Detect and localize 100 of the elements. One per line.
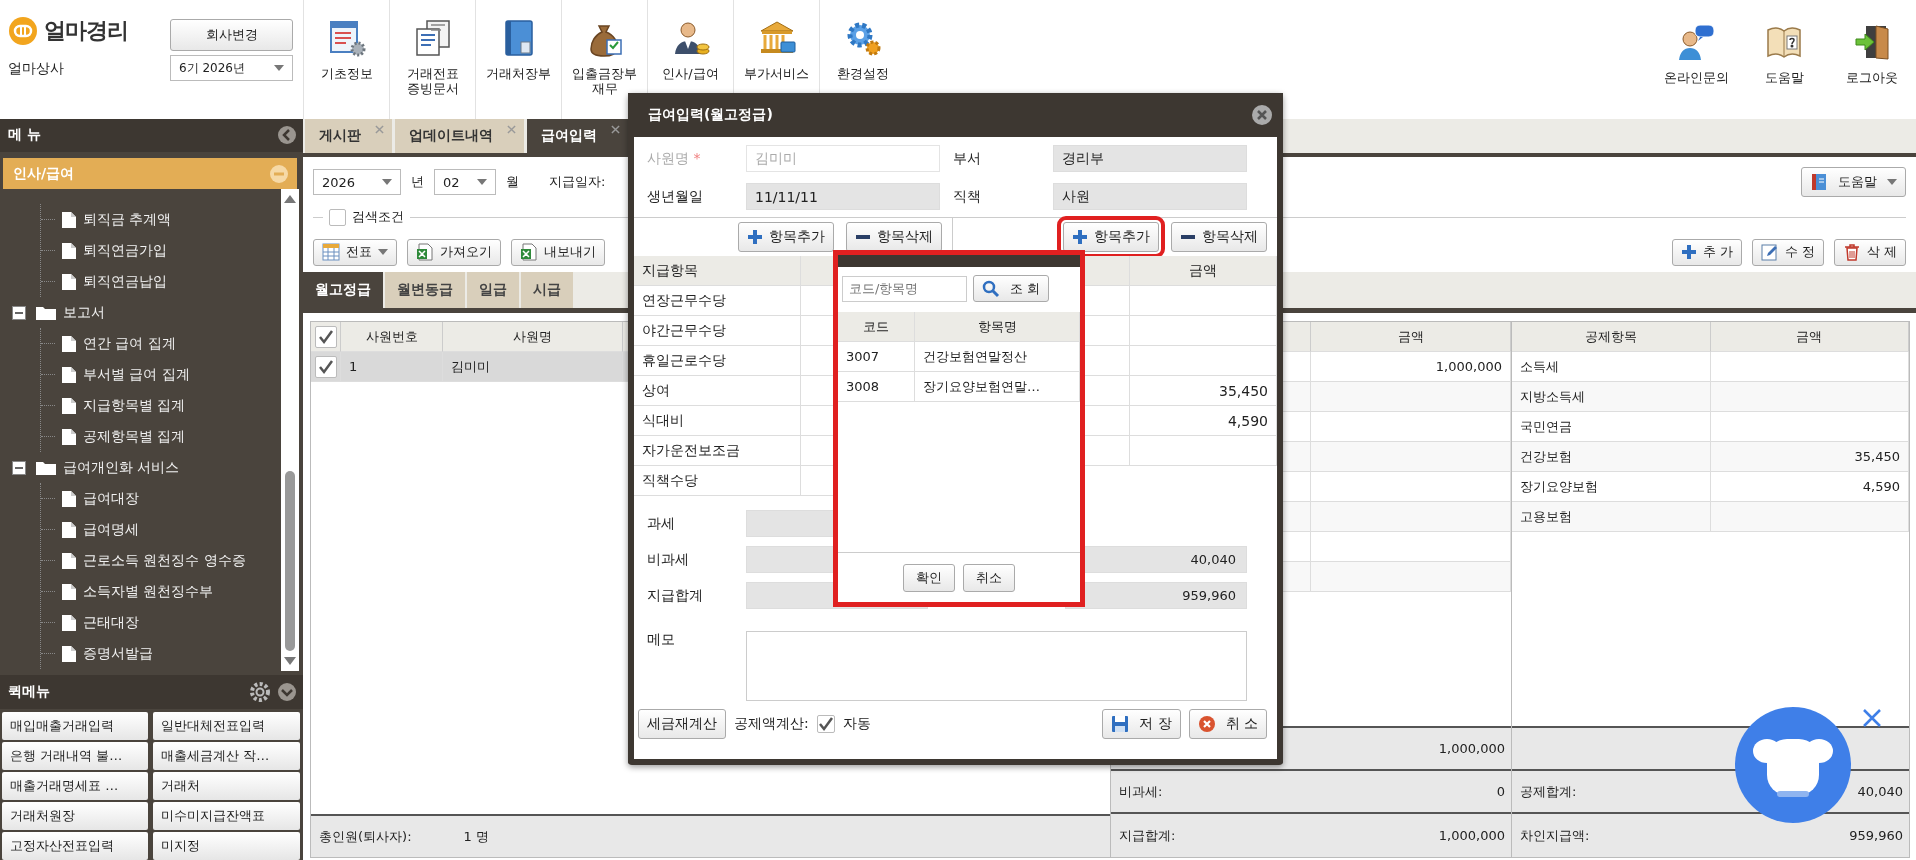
quick-menu-button[interactable]: 미수미지급잔액표 bbox=[153, 802, 300, 830]
collapse-toggle-icon[interactable] bbox=[12, 305, 26, 320]
floppy-icon bbox=[1111, 715, 1130, 733]
auto-checkbox[interactable] bbox=[816, 715, 835, 733]
door-icon bbox=[1852, 22, 1892, 62]
table-cell: 지방소득세 bbox=[1512, 382, 1711, 412]
table-cell: 고용보험 bbox=[1512, 502, 1711, 532]
tree-item[interactable]: 퇴직연금납입 bbox=[41, 266, 281, 298]
tree-item[interactable]: 공제항목별 집계 bbox=[41, 421, 281, 453]
add-button[interactable]: 추 가 bbox=[1671, 238, 1742, 266]
quick-menu-button[interactable]: 매출세금계산 작… bbox=[153, 742, 300, 770]
quick-menu-button[interactable]: 은행 거래내역 불… bbox=[2, 742, 148, 770]
plus-icon bbox=[1680, 244, 1697, 260]
close-icon[interactable] bbox=[611, 125, 620, 134]
collapse-toggle-icon[interactable] bbox=[12, 460, 26, 475]
table-cell: 휴일근로수당 bbox=[634, 346, 801, 376]
field-label: 부서 bbox=[952, 149, 982, 168]
document-icon bbox=[61, 210, 77, 229]
collapse-icon[interactable] bbox=[277, 125, 297, 146]
input-field[interactable]: 사원 bbox=[1053, 183, 1247, 210]
checkbox-label: 자동 bbox=[842, 715, 871, 733]
column-header: 항목명 bbox=[915, 312, 1080, 342]
tree-item[interactable]: 근태대장 bbox=[41, 607, 281, 639]
search-field[interactable]: 코드/항목명 bbox=[842, 275, 967, 302]
toolbar-button[interactable]: 가져오기 bbox=[407, 238, 501, 266]
add-item-button[interactable]: 항목추가 bbox=[738, 222, 834, 252]
total-label: 비과세: bbox=[1119, 782, 1163, 801]
quick-menu-button[interactable]: 거래처 bbox=[153, 772, 300, 800]
tab[interactable]: 월고정급 bbox=[303, 272, 383, 308]
tree-item[interactable]: 연간 급여 집계 bbox=[41, 328, 281, 360]
toolbar-button[interactable]: 내보내기 bbox=[511, 238, 605, 266]
save-button[interactable]: 저 장 bbox=[1102, 709, 1181, 739]
change-company-button[interactable]: 회사변경 bbox=[170, 19, 293, 51]
close-icon[interactable] bbox=[1862, 708, 1882, 728]
tab[interactable]: 게시판 bbox=[305, 119, 392, 153]
recalculate-tax-button[interactable]: 세금재계산 bbox=[638, 709, 726, 739]
quick-menu-button[interactable]: 고정자산전표입력 bbox=[2, 832, 148, 860]
input-field[interactable]: 11/11/11 bbox=[746, 183, 940, 210]
quick-menu-button[interactable]: 거래처원장 bbox=[2, 802, 148, 830]
delete-item-button[interactable]: 항목삭제 bbox=[846, 222, 942, 252]
year-select[interactable]: 2026 bbox=[313, 169, 401, 195]
tree-folder[interactable]: 급여개인화 서비스 bbox=[0, 452, 281, 484]
quick-menu-button[interactable]: 미지정 bbox=[153, 832, 300, 860]
tab[interactable]: 일급 bbox=[467, 272, 519, 308]
checkbox[interactable] bbox=[329, 208, 346, 226]
confirm-button[interactable]: 확인 bbox=[903, 563, 955, 592]
scroll-up-icon[interactable] bbox=[284, 195, 296, 204]
quick-menu-button[interactable]: 일반대체전표입력 bbox=[153, 712, 300, 740]
scroll-down-icon[interactable] bbox=[284, 657, 296, 666]
tab[interactable]: 급여입력 bbox=[527, 119, 628, 153]
tree-folder[interactable]: 보고서 bbox=[0, 297, 281, 329]
close-icon[interactable] bbox=[1251, 104, 1273, 126]
delete-item-button[interactable]: 항목삭제 bbox=[1171, 222, 1267, 252]
edit-button[interactable]: 수 정 bbox=[1751, 238, 1824, 266]
month-select[interactable]: 02 bbox=[434, 169, 496, 195]
tree-item[interactable]: 급여대장 bbox=[41, 483, 281, 515]
cancel-button[interactable]: 취 소 bbox=[1188, 709, 1267, 739]
tab[interactable]: 시급 bbox=[521, 272, 573, 308]
cancel-button[interactable]: 취소 bbox=[963, 563, 1015, 592]
table-row[interactable]: 3007 건강보험연말정산 bbox=[838, 342, 1080, 372]
tab[interactable]: 업데이트내역 bbox=[395, 119, 524, 153]
caret-icon bbox=[477, 179, 487, 185]
tree-item[interactable]: 증명서발급 bbox=[41, 638, 281, 670]
chatbot-icon[interactable] bbox=[1733, 705, 1853, 825]
tree-item[interactable]: 근로소득 원천징수 영수증 bbox=[41, 545, 281, 577]
menu-title: 메 뉴 bbox=[8, 126, 41, 145]
field-label: 지급합계 bbox=[647, 586, 704, 605]
row-checkbox[interactable] bbox=[314, 355, 337, 378]
tree-item[interactable]: 급여명세 bbox=[41, 514, 281, 546]
memo-field[interactable] bbox=[746, 631, 1247, 701]
count-value: 1 명 bbox=[463, 827, 489, 846]
tree-item[interactable]: 소득자별 원천징수부 bbox=[41, 576, 281, 608]
scrollbar-thumb[interactable] bbox=[285, 471, 295, 652]
document-icon bbox=[61, 613, 77, 632]
input-field[interactable]: 경리부 bbox=[1053, 145, 1247, 172]
help-button[interactable]: 도움말 bbox=[1801, 167, 1906, 197]
search-icon bbox=[982, 279, 1000, 298]
table-row[interactable]: 3008 장기요양보험연말… bbox=[838, 372, 1080, 402]
tab[interactable]: 월변동급 bbox=[385, 272, 465, 308]
search-button[interactable]: 조 회 bbox=[973, 275, 1050, 302]
spreadsheet-icon bbox=[416, 243, 434, 261]
delete-button[interactable]: 삭 제 bbox=[1833, 238, 1906, 266]
tree-item[interactable]: 부서별 급여 집계 bbox=[41, 359, 281, 391]
company-name: 얼마상사 bbox=[8, 60, 65, 78]
settings-icon[interactable] bbox=[249, 681, 271, 704]
quick-menu-button[interactable]: 매입매출거래입력 bbox=[2, 712, 148, 740]
toolbar-button[interactable]: 전표 bbox=[313, 238, 397, 266]
field-label: 생년월일 bbox=[647, 187, 704, 206]
expand-icon[interactable] bbox=[277, 682, 297, 703]
tree-item[interactable]: 퇴직연금가입 bbox=[41, 235, 281, 267]
table-cell: 상여 bbox=[634, 376, 801, 406]
table-cell: 건강보험 bbox=[1512, 442, 1711, 472]
period-select[interactable]: 6기 2026년 bbox=[170, 55, 293, 81]
month-label: 월 bbox=[506, 173, 519, 191]
close-icon bbox=[1197, 715, 1216, 733]
tree-item[interactable]: 퇴직금 추계액 bbox=[41, 204, 281, 236]
tree-item[interactable]: 지급항목별 집계 bbox=[41, 390, 281, 422]
pay-date-label: 지급일자: bbox=[549, 173, 606, 191]
quick-menu-button[interactable]: 매출거래명세표 … bbox=[2, 772, 148, 800]
table-cell: 1 bbox=[341, 352, 443, 382]
